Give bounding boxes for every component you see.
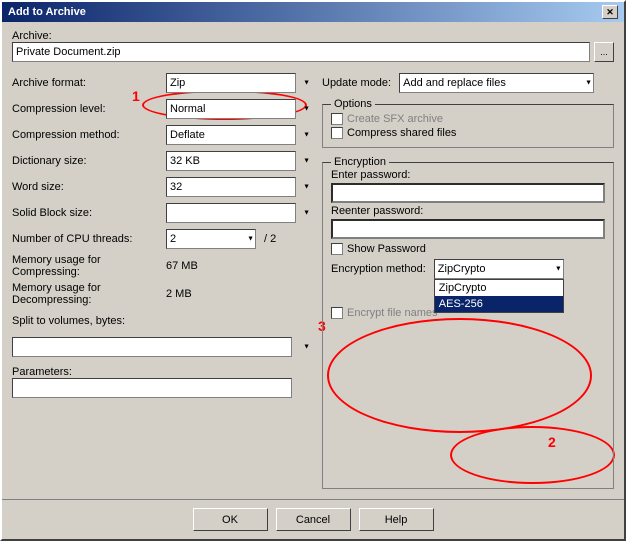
cpu-threads-of: / 2: [264, 233, 276, 245]
solid-block-select[interactable]: [166, 203, 296, 223]
parameters-section: Parameters:: [12, 366, 312, 398]
compression-method-select[interactable]: Deflate Copy Deflate64 BZip2 LZMA: [166, 125, 296, 145]
compress-shared-label: Compress shared files: [347, 127, 456, 139]
memory-compressing-row: Memory usage for Compressing: 67 MB: [12, 254, 312, 278]
create-sfx-row: Create SFX archive: [331, 113, 605, 125]
memory-compressing-value: 67 MB: [166, 260, 198, 272]
encryption-dropdown-open: ZipCrypto AES-256: [434, 279, 564, 313]
archive-format-wrapper: Zip 7z BZip2 GZip TAR: [166, 73, 312, 93]
encryption-method-label: Encryption method:: [331, 263, 426, 275]
compression-method-label: Compression method:: [12, 129, 162, 141]
cpu-threads-label: Number of CPU threads:: [12, 233, 162, 245]
browse-button[interactable]: ...: [594, 42, 614, 62]
solid-block-wrapper: [166, 203, 312, 223]
title-buttons: ✕: [602, 5, 618, 19]
update-mode-wrapper: Add and replace files Update and add fil…: [399, 73, 594, 93]
archive-format-row: Archive format: Zip 7z BZip2 GZip TAR: [12, 72, 312, 94]
solid-block-label: Solid Block size:: [12, 207, 162, 219]
compression-level-row: Compression level: Normal Store Fastest …: [12, 98, 312, 120]
help-button[interactable]: Help: [359, 508, 434, 531]
encrypt-names-checkbox[interactable]: [331, 307, 343, 319]
update-mode-row: Update mode: Add and replace files Updat…: [322, 72, 614, 94]
word-size-select[interactable]: 32: [166, 177, 296, 197]
show-password-row: Show Password: [331, 243, 605, 255]
show-password-label: Show Password: [347, 243, 426, 255]
compress-shared-row: Compress shared files: [331, 127, 605, 139]
solid-block-row: Solid Block size:: [12, 202, 312, 224]
split-volumes-row: Split to volumes, bytes:: [12, 310, 312, 332]
encryption-method-select[interactable]: ZipCrypto AES-256: [434, 259, 564, 279]
close-button[interactable]: ✕: [602, 5, 618, 19]
dialog-content: Archive: ... Archive format: Zip 7z BZip…: [2, 22, 624, 497]
encryption-method-wrapper: ZipCrypto AES-256: [434, 259, 564, 279]
title-bar: Add to Archive ✕: [2, 2, 624, 22]
split-volumes-label: Split to volumes, bytes:: [12, 315, 162, 327]
bottom-buttons: OK Cancel Help: [2, 499, 624, 539]
archive-label: Archive:: [12, 30, 614, 42]
update-mode-select[interactable]: Add and replace files Update and add fil…: [399, 73, 594, 93]
left-panel: Archive format: Zip 7z BZip2 GZip TAR Co…: [12, 72, 312, 489]
dictionary-size-wrapper: 32 KB: [166, 151, 312, 171]
split-volumes-input-row: [12, 336, 312, 358]
word-size-label: Word size:: [12, 181, 162, 193]
memory-decompressing-row: Memory usage for Decompressing: 2 MB: [12, 282, 312, 306]
archive-section: Archive: ...: [12, 30, 614, 66]
split-volumes-select[interactable]: [12, 337, 292, 357]
dropdown-zipcrypto[interactable]: ZipCrypto: [435, 280, 563, 296]
encrypt-names-label: Encrypt file names: [347, 307, 437, 319]
window-title: Add to Archive: [8, 6, 86, 18]
dictionary-size-select[interactable]: 32 KB: [166, 151, 296, 171]
archive-format-select[interactable]: Zip 7z BZip2 GZip TAR: [166, 73, 296, 93]
archive-row: ...: [12, 42, 614, 62]
archive-input[interactable]: [12, 42, 590, 62]
show-password-checkbox[interactable]: [331, 243, 343, 255]
create-sfx-checkbox[interactable]: [331, 113, 343, 125]
compression-method-row: Compression method: Deflate Copy Deflate…: [12, 124, 312, 146]
dropdown-aes256[interactable]: AES-256: [435, 296, 563, 312]
word-size-row: Word size: 32: [12, 176, 312, 198]
ok-button[interactable]: OK: [193, 508, 268, 531]
cpu-threads-row: Number of CPU threads: 2 / 2: [12, 228, 312, 250]
memory-decompressing-value: 2 MB: [166, 288, 192, 300]
memory-compressing-label: Memory usage for Compressing:: [12, 254, 162, 278]
parameters-label: Parameters:: [12, 366, 72, 378]
split-volumes-wrapper: [12, 337, 312, 357]
encryption-method-container: ZipCrypto AES-256 ZipCrypto AES-256: [434, 259, 564, 279]
create-sfx-label: Create SFX archive: [347, 113, 443, 125]
memory-decompressing-label: Memory usage for Decompressing:: [12, 282, 162, 306]
compression-method-wrapper: Deflate Copy Deflate64 BZip2 LZMA: [166, 125, 312, 145]
cancel-button[interactable]: Cancel: [276, 508, 351, 531]
right-panel: Update mode: Add and replace files Updat…: [322, 72, 614, 489]
update-mode-label: Update mode:: [322, 77, 391, 89]
dictionary-size-label: Dictionary size:: [12, 155, 162, 167]
encryption-method-row: Encryption method: ZipCrypto AES-256 Zip…: [331, 259, 605, 279]
compress-shared-checkbox[interactable]: [331, 127, 343, 139]
compression-level-select[interactable]: Normal Store Fastest Fast Maximum Ultra: [166, 99, 296, 119]
compression-level-label: Compression level:: [12, 103, 162, 115]
enter-password-input[interactable]: [331, 183, 605, 203]
enter-password-label: Enter password:: [331, 169, 605, 181]
cpu-threads-select[interactable]: 2: [166, 229, 256, 249]
reenter-password-input[interactable]: [331, 219, 605, 239]
cpu-threads-wrapper: 2: [166, 229, 256, 249]
options-group: Options Create SFX archive Compress shar…: [322, 104, 614, 148]
badge-1: 1: [132, 88, 140, 104]
encryption-group: Encryption Enter password: Reenter passw…: [322, 162, 614, 489]
main-body: Archive format: Zip 7z BZip2 GZip TAR Co…: [12, 72, 614, 489]
enter-password-section: Enter password:: [331, 169, 605, 203]
encryption-group-title: Encryption: [331, 156, 389, 168]
main-window: Add to Archive ✕ 1 3 2 Archive: ... Arch…: [0, 0, 626, 541]
dictionary-size-row: Dictionary size: 32 KB: [12, 150, 312, 172]
reenter-password-label: Reenter password:: [331, 205, 605, 217]
options-group-title: Options: [331, 98, 375, 110]
parameters-input[interactable]: [12, 378, 292, 398]
word-size-wrapper: 32: [166, 177, 312, 197]
compression-level-wrapper: Normal Store Fastest Fast Maximum Ultra: [166, 99, 312, 119]
reenter-password-section: Reenter password:: [331, 205, 605, 239]
